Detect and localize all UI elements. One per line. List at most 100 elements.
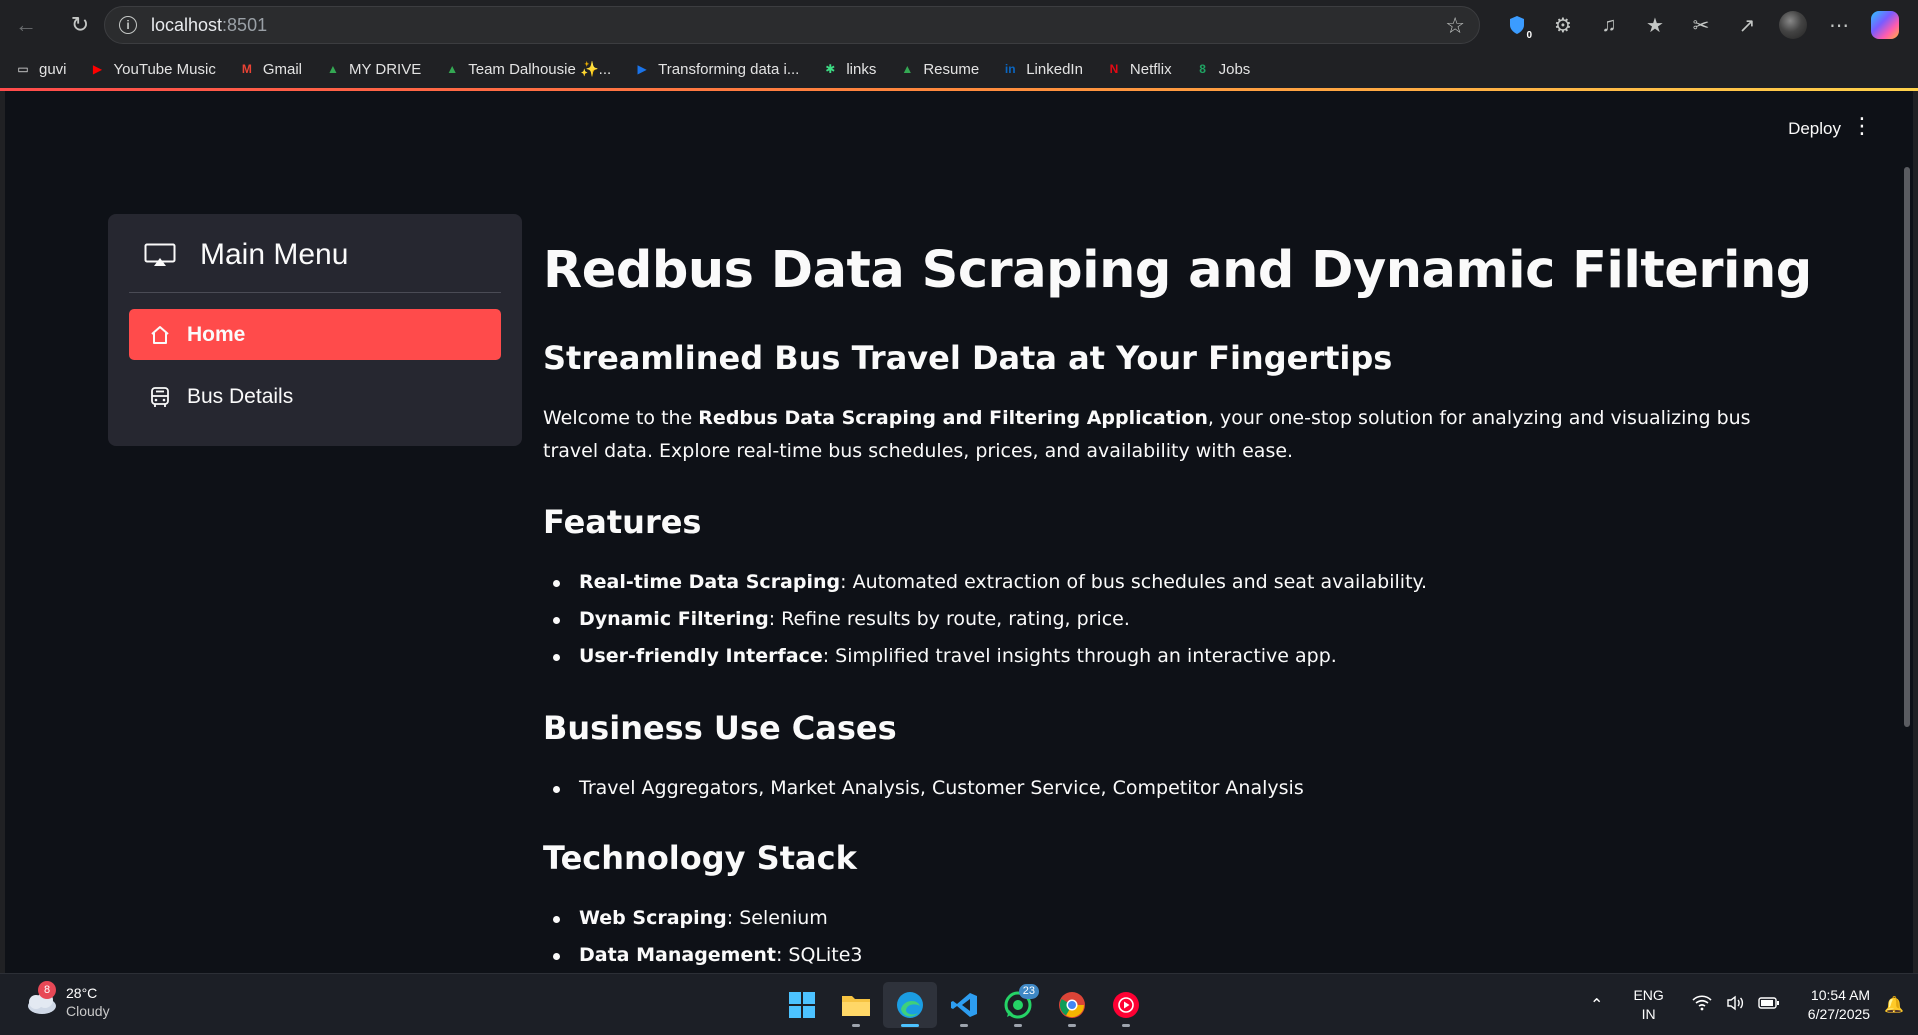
chevron-up-icon[interactable]: ⌃: [1590, 995, 1603, 1015]
profile-avatar[interactable]: [1770, 6, 1816, 44]
bookmark-item[interactable]: ▲ MY DRIVE: [324, 60, 421, 78]
streamlit-app: Deploy ⋮ Main Menu Home Bus Details Redb…: [5, 91, 1913, 973]
lang-code: ENG: [1633, 987, 1664, 1003]
bookmark-label: guvi: [39, 60, 67, 78]
menu-item-label: Home: [187, 322, 246, 346]
weather-temp: 28°C: [66, 985, 98, 1001]
jobs-icon: 8: [1199, 62, 1206, 76]
copilot-icon[interactable]: [1862, 6, 1908, 44]
gmail-icon: M: [241, 62, 252, 76]
taskbar-apps: 23: [775, 982, 1153, 1028]
bookmark-item[interactable]: in LinkedIn: [1001, 60, 1083, 78]
page-scrollbar[interactable]: [1904, 167, 1910, 727]
file-explorer-icon[interactable]: [829, 982, 883, 1028]
edge-browser-icon[interactable]: [883, 982, 937, 1028]
clock[interactable]: 10:54 AM 6/27/2025: [1808, 986, 1870, 1024]
bookmark-label: Netflix: [1129, 60, 1172, 78]
use-cases-heading: Business Use Cases: [543, 709, 897, 747]
weather-condition: Cloudy: [66, 1003, 110, 1019]
bookmark-item[interactable]: ▶ YouTube Music: [89, 60, 216, 78]
bookmark-item[interactable]: M Gmail: [238, 60, 302, 78]
bookmark-item[interactable]: ▶ Transforming data i...: [633, 60, 800, 78]
youtube-music-icon: ▶: [92, 62, 103, 76]
features-list: Real-time Data Scraping: Automated extra…: [543, 564, 1427, 675]
weather-widget[interactable]: 8 28°C Cloudy: [22, 981, 110, 1020]
deploy-button[interactable]: Deploy: [1788, 119, 1841, 139]
list-item: Travel Aggregators, Market Analysis, Cus…: [543, 770, 1304, 807]
bookmark-item[interactable]: ▲ Team Dalhousie ✨...: [443, 60, 611, 78]
intro-bold: Redbus Data Scraping and Filtering Appli…: [698, 407, 1208, 429]
bookmark-item[interactable]: ✱ links: [821, 60, 876, 78]
bookmark-label: YouTube Music: [113, 60, 216, 78]
start-button[interactable]: [775, 982, 829, 1028]
bookmark-label: Jobs: [1218, 60, 1251, 78]
app-menu-icon[interactable]: ⋮: [1851, 115, 1873, 137]
google-drive-icon: ▲: [901, 62, 914, 76]
use-cases-list: Travel Aggregators, Market Analysis, Cus…: [543, 770, 1304, 807]
back-button[interactable]: ←: [6, 5, 46, 45]
folder-icon: ▭: [17, 62, 29, 76]
language-indicator[interactable]: ENG IN: [1633, 986, 1663, 1024]
bookmark-item[interactable]: ▲ Resume: [898, 60, 979, 78]
extension-shield-icon[interactable]: 0: [1494, 6, 1540, 44]
favorite-star-icon[interactable]: ☆: [1445, 13, 1465, 39]
bookmark-label: links: [846, 60, 877, 78]
lang-region: IN: [1641, 1006, 1656, 1022]
bookmarks-bar: ▭ guvi ▶ YouTube Music M Gmail ▲ MY DRIVE ▲ Team …: [0, 50, 1918, 88]
more-menu-icon[interactable]: ⋯: [1816, 6, 1862, 44]
notification-bell-icon[interactable]: 🔔: [1884, 995, 1904, 1015]
reload-button[interactable]: ↻: [60, 5, 100, 45]
extension-badge: 0: [1526, 30, 1532, 41]
asterisk-icon: ✱: [825, 62, 836, 76]
url-host: localhost: [151, 14, 223, 35]
google-drive-icon: ▲: [446, 62, 459, 76]
intro-prefix: Welcome to the: [543, 407, 699, 429]
address-bar[interactable]: i localhost:8501 ☆: [104, 6, 1480, 44]
battery-icon: [1758, 996, 1780, 1014]
google-drive-icon: ▲: [327, 62, 339, 76]
site-info-icon[interactable]: i: [119, 16, 137, 34]
youtube-music-app-icon[interactable]: [1099, 982, 1153, 1028]
url-port: :8501: [222, 14, 268, 35]
menu-title-text: Main Menu: [200, 238, 349, 271]
favorites-icon[interactable]: ★: [1632, 6, 1678, 44]
whatsapp-icon[interactable]: 23: [991, 982, 1045, 1028]
browser-toolbar: ← ↻ i localhost:8501 ☆ 0 ⚙ ♫ ★ ✂ ↗ ⋯: [0, 0, 1918, 50]
quick-settings[interactable]: [1692, 995, 1780, 1015]
cast-icon: [144, 243, 176, 266]
chrome-icon[interactable]: [1045, 982, 1099, 1028]
bookmark-label: Transforming data i...: [658, 60, 800, 78]
vscode-icon[interactable]: [937, 982, 991, 1028]
menu-item-bus-details[interactable]: Bus Details: [129, 371, 501, 422]
extensions-puzzle-icon[interactable]: ⚙: [1540, 6, 1586, 44]
menu-item-home[interactable]: Home: [129, 309, 501, 360]
list-item: Real-time Data Scraping: Automated extra…: [543, 564, 1427, 601]
media-control-icon[interactable]: ♫: [1586, 6, 1632, 44]
bookmark-label: Gmail: [262, 60, 302, 78]
list-item: Dynamic Filtering: Refine results by rou…: [543, 601, 1427, 638]
screenshot-icon[interactable]: ✂: [1678, 6, 1724, 44]
menu-title: Main Menu: [144, 238, 348, 272]
tech-stack-list: Web Scraping: Selenium Data Management: …: [543, 900, 863, 973]
list-item: Data Management: SQLite3: [543, 937, 863, 973]
menu-item-label: Bus Details: [187, 384, 294, 408]
bookmark-item[interactable]: N Netflix: [1105, 60, 1172, 78]
features-heading: Features: [543, 503, 702, 541]
netflix-icon: N: [1109, 62, 1119, 76]
bookmark-label: Resume: [923, 60, 980, 78]
clock-date: 6/27/2025: [1807, 1006, 1871, 1022]
volume-icon: [1726, 995, 1744, 1015]
bookmark-label: MY DRIVE: [349, 60, 422, 78]
page-title: Redbus Data Scraping and Dynamic Filteri…: [543, 241, 1812, 300]
bookmark-item[interactable]: ▭ guvi: [14, 60, 67, 78]
video-icon: ▶: [637, 62, 647, 76]
house-icon: [151, 325, 169, 344]
bookmark-item[interactable]: 8 Jobs: [1194, 60, 1251, 78]
whatsapp-badge: 23: [1018, 984, 1039, 999]
taskbar: 8 28°C Cloudy 23 ⌃ ENG IN 10:54 AM 6/27/…: [0, 973, 1918, 1035]
bus-icon: [151, 386, 169, 407]
intro-paragraph: Welcome to the Redbus Data Scraping and …: [543, 402, 1803, 468]
toolbar-icons: 0 ⚙ ♫ ★ ✂ ↗ ⋯: [1494, 6, 1908, 44]
list-item: User-friendly Interface: Simplified trav…: [543, 638, 1427, 675]
share-icon[interactable]: ↗: [1724, 6, 1770, 44]
